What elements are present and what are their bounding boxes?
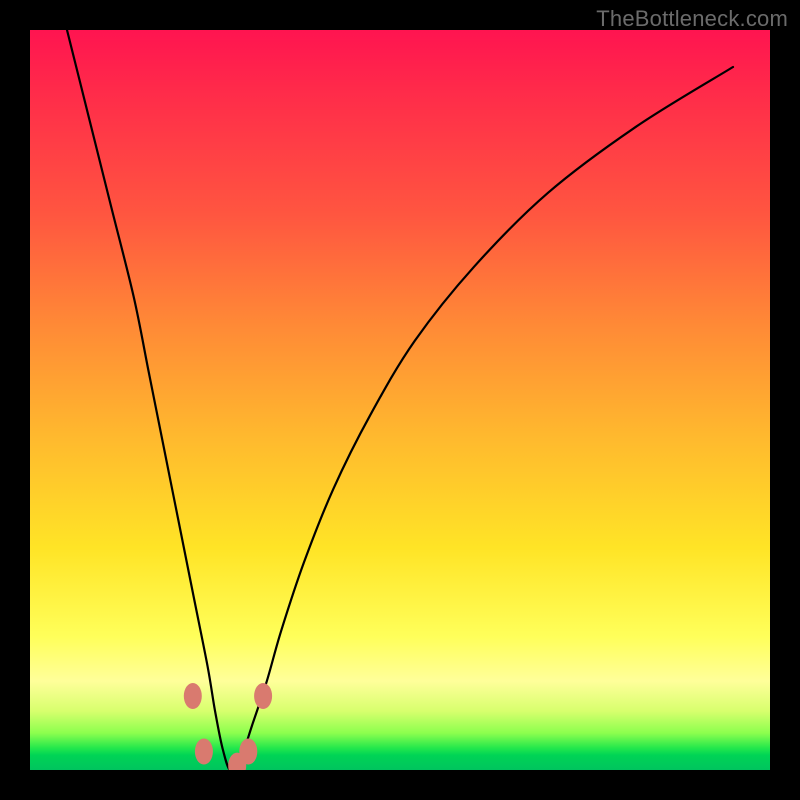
bottleneck-curve: [67, 30, 733, 770]
watermark-text: TheBottleneck.com: [596, 6, 788, 32]
chart-frame: TheBottleneck.com: [0, 0, 800, 800]
curve-marker: [254, 683, 272, 709]
plot-area: [30, 30, 770, 770]
curve-svg: [30, 30, 770, 770]
curve-marker: [239, 739, 257, 765]
curve-markers: [184, 683, 272, 770]
curve-marker: [184, 683, 202, 709]
curve-marker: [195, 739, 213, 765]
